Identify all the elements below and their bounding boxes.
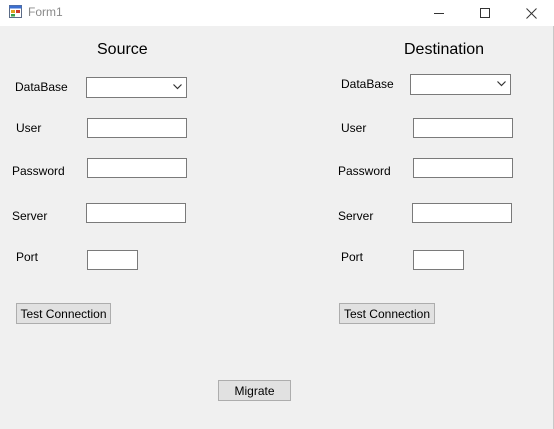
source-database-select[interactable] <box>86 77 187 98</box>
destination-user-label: User <box>341 121 367 135</box>
destination-port-input[interactable] <box>413 250 464 270</box>
title-bar[interactable]: Form1 <box>0 0 554 26</box>
minimize-icon <box>434 13 444 14</box>
maximize-icon <box>480 8 490 18</box>
window-title: Form1 <box>28 5 63 19</box>
source-server-input[interactable] <box>86 203 186 223</box>
close-button[interactable] <box>508 0 554 26</box>
chevron-down-icon <box>497 81 506 87</box>
minimize-button[interactable] <box>416 0 462 26</box>
source-user-input[interactable] <box>87 118 187 138</box>
destination-heading: Destination <box>404 41 485 58</box>
maximize-button[interactable] <box>462 0 508 26</box>
destination-database-select[interactable] <box>410 74 511 95</box>
destination-database-label: DataBase <box>341 77 394 91</box>
destination-password-input[interactable] <box>413 158 513 178</box>
source-server-label: Server <box>12 209 48 223</box>
source-user-label: User <box>16 121 42 135</box>
migrate-button[interactable]: Migrate <box>218 380 291 401</box>
destination-server-input[interactable] <box>412 203 512 223</box>
source-password-input[interactable] <box>87 158 187 178</box>
source-heading: Source <box>97 41 148 58</box>
source-password-label: Password <box>12 164 65 178</box>
destination-test-connection-button[interactable]: Test Connection <box>339 303 435 324</box>
source-database-label: DataBase <box>15 80 68 94</box>
chevron-down-icon <box>173 84 182 90</box>
source-port-input[interactable] <box>87 250 138 270</box>
close-icon <box>525 7 537 19</box>
destination-password-label: Password <box>338 164 391 178</box>
destination-user-input[interactable] <box>413 118 513 138</box>
source-port-label: Port <box>16 250 39 264</box>
source-test-connection-button[interactable]: Test Connection <box>16 303 111 324</box>
form-window: Form1 Source DataBase User Password Serv… <box>0 0 554 429</box>
destination-port-label: Port <box>341 250 364 264</box>
destination-server-label: Server <box>338 209 374 223</box>
form-app-icon <box>9 5 22 18</box>
